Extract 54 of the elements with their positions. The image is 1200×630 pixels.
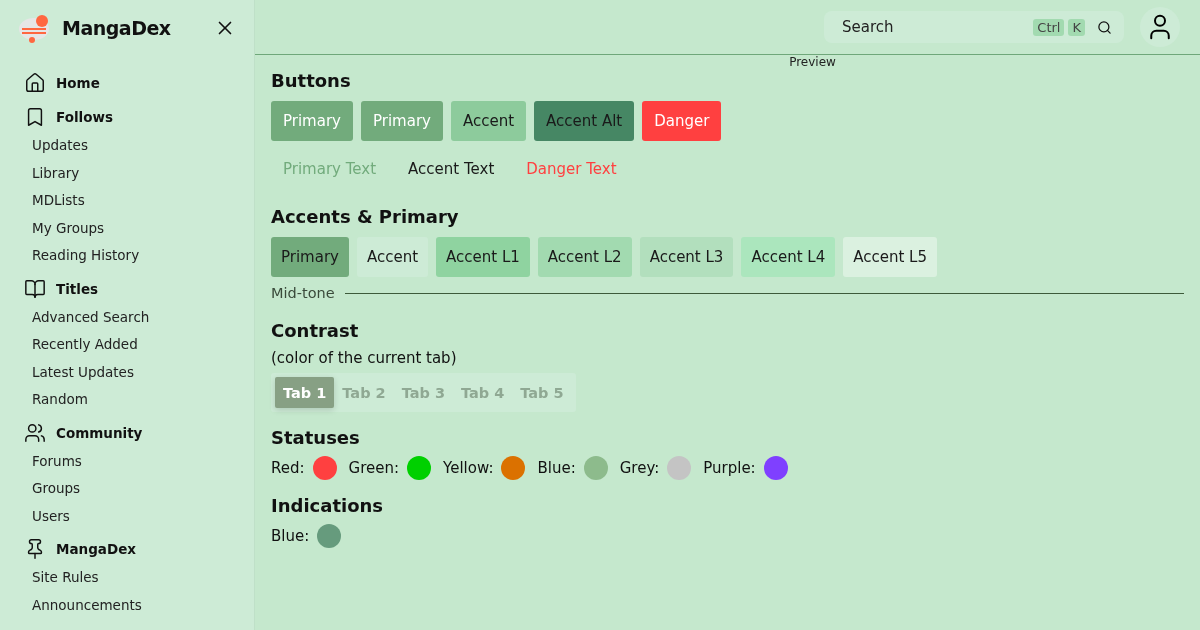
sidebar-item[interactable]: My Groups bbox=[0, 214, 254, 242]
color-swatch[interactable]: Accent L2 bbox=[537, 237, 632, 277]
people-icon bbox=[24, 421, 46, 444]
shortcut-key: Ctrl bbox=[1033, 18, 1065, 36]
sidebar-item[interactable]: Library bbox=[0, 159, 254, 187]
status-label: Yellow: bbox=[443, 459, 494, 477]
text-button[interactable]: Accent Text bbox=[396, 149, 507, 189]
divider-label: Mid-tone bbox=[271, 285, 335, 301]
color-swatch[interactable]: Accent L4 bbox=[741, 237, 836, 277]
sidebar-item[interactable]: Forums bbox=[0, 447, 254, 475]
indication-label: Blue: bbox=[271, 527, 310, 545]
sidebar-item[interactable]: Updates bbox=[0, 132, 254, 160]
status-label: Green: bbox=[348, 459, 400, 477]
button[interactable]: Accent bbox=[450, 101, 527, 141]
status-label: Purple: bbox=[703, 459, 756, 477]
sidebar-item[interactable]: Groups bbox=[0, 475, 254, 503]
section-heading: Buttons bbox=[271, 69, 352, 93]
color-swatch[interactable]: Accent L1 bbox=[436, 237, 530, 277]
sidebar-item[interactable]: MDLists bbox=[0, 187, 254, 215]
preview-title: Preview bbox=[788, 55, 837, 69]
user-avatar[interactable] bbox=[1140, 7, 1180, 47]
sidebar-item[interactable]: Random bbox=[0, 386, 254, 414]
sidebar-item[interactable]: Latest Updates bbox=[0, 358, 254, 386]
button[interactable]: Accent Alt bbox=[534, 101, 635, 141]
section-heading: Contrast bbox=[271, 319, 360, 343]
color-swatch[interactable]: Accent bbox=[356, 237, 429, 277]
search-field[interactable]: Search bbox=[840, 17, 1030, 37]
sidebar-section[interactable]: Home bbox=[56, 75, 100, 91]
sidebar-item[interactable]: Site Rules bbox=[0, 564, 254, 592]
sidebar-item[interactable]: Recently Added bbox=[0, 331, 254, 359]
sidebar-section[interactable]: Community bbox=[56, 424, 143, 441]
sidebar-item[interactable]: Reading History bbox=[0, 242, 254, 270]
color-swatch[interactable]: Primary bbox=[271, 237, 349, 277]
color-swatch[interactable]: Accent L5 bbox=[843, 237, 937, 277]
section-heading: Accents & Primary bbox=[271, 205, 460, 229]
home-icon bbox=[24, 72, 46, 94]
shortcut-key: K bbox=[1068, 18, 1085, 36]
status-label: Blue: bbox=[537, 459, 576, 477]
section-heading: Indications bbox=[271, 494, 385, 518]
section-heading: Statuses bbox=[271, 426, 361, 450]
logo-text: MangaDex bbox=[62, 17, 172, 39]
search-field[interactable]: Search Ctrl K bbox=[824, 11, 1124, 43]
sidebar-section[interactable]: Follows bbox=[56, 109, 113, 125]
note-text: (color of the current tab) bbox=[271, 349, 458, 367]
color-swatch[interactable]: Accent L3 bbox=[639, 237, 734, 277]
sidebar-section[interactable]: MangaDex bbox=[56, 541, 136, 557]
sidebar-section[interactable]: Titles bbox=[56, 280, 99, 297]
search-icon bbox=[1097, 19, 1112, 35]
sidebar-item[interactable]: Announcements bbox=[0, 591, 254, 619]
book-icon bbox=[24, 277, 46, 300]
sidebar-item[interactable]: Users bbox=[0, 502, 254, 530]
status-label: Red: bbox=[271, 459, 305, 477]
status-label: Grey: bbox=[619, 459, 660, 477]
sidebar-item[interactable]: Advanced Search bbox=[0, 303, 254, 331]
